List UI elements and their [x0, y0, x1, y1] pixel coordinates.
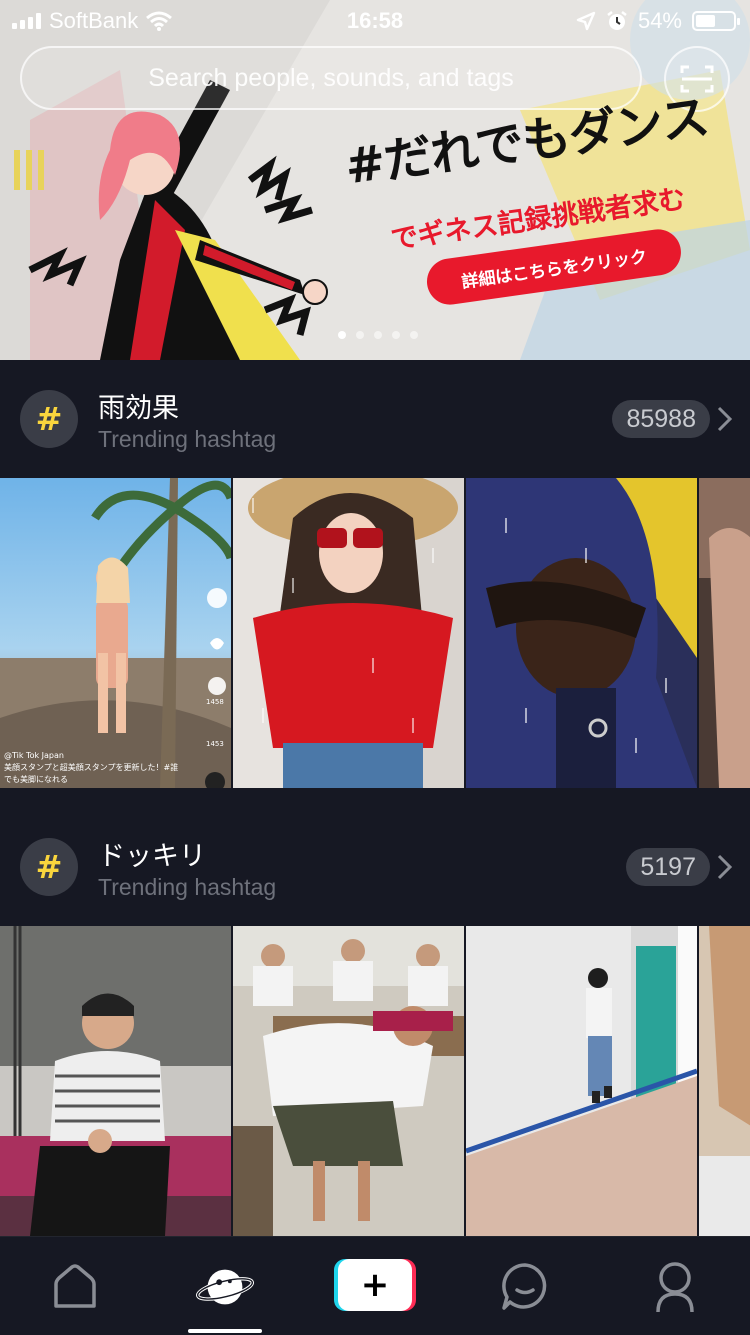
carousel-dot[interactable]	[392, 331, 400, 339]
hallway-image	[466, 926, 697, 1236]
hashtag-header-2[interactable]: # ドッキリ Trending hashtag 5197	[0, 808, 750, 928]
location-icon	[576, 11, 596, 31]
hashtag-icon: #	[20, 390, 78, 448]
video-caption-line: 美顔スタンプと超美顔スタンプを更新した！#誰	[4, 763, 179, 772]
video-thumbnail[interactable]: @Tik Tok Japan 美顔スタンプと超美顔スタンプを更新した！#誰 でも…	[0, 478, 231, 788]
video-caption: @Tik Tok Japan 美顔スタンプと超美顔スタンプを更新した！#誰 でも…	[4, 750, 178, 786]
inbox-icon	[502, 1263, 547, 1310]
add-icon: +	[338, 1259, 412, 1311]
man-hoodie-image	[466, 478, 697, 788]
nav-profile[interactable]	[645, 1257, 705, 1317]
comment-count: 1458	[206, 698, 224, 706]
woman-red-top-image	[233, 478, 464, 788]
status-bar: SoftBank 16:58 54%	[0, 0, 750, 40]
create-video-button[interactable]: +	[334, 1259, 416, 1311]
video-thumbnail[interactable]	[699, 478, 750, 788]
featured-banner[interactable]: SoftBank 16:58 54% Search people, sounds…	[0, 0, 750, 360]
carousel-dots	[338, 331, 418, 339]
classroom-image	[233, 926, 464, 1236]
share-count: 1453	[206, 740, 224, 748]
hashtag-subtitle: Trending hashtag	[98, 874, 277, 900]
nav-inbox[interactable]	[495, 1257, 555, 1317]
video-count-badge: 85988	[612, 400, 710, 438]
video-thumbnail[interactable]	[699, 926, 750, 1236]
hashtag-icon: #	[20, 838, 78, 896]
carousel-dot[interactable]	[410, 331, 418, 339]
carousel-dot[interactable]	[356, 331, 364, 339]
hashtag-header-1[interactable]: # 雨効果 Trending hashtag 85988	[0, 360, 750, 480]
discover-icon	[196, 1269, 254, 1305]
carousel-dot[interactable]	[338, 331, 346, 339]
video-thumbnail[interactable]	[0, 926, 231, 1236]
search-placeholder: Search people, sounds, and tags	[148, 63, 514, 92]
profile-icon	[656, 1262, 694, 1313]
battery-percent: 54%	[637, 8, 682, 33]
video-caption-line: でも美脚になれる	[4, 775, 68, 784]
video-thumbnail[interactable]	[466, 478, 697, 788]
chevron-right-icon[interactable]	[712, 852, 736, 882]
video-thumbnail[interactable]	[233, 926, 464, 1236]
video-author-handle: @Tik Tok Japan	[4, 751, 64, 760]
active-tab-indicator	[188, 1329, 262, 1333]
nav-home[interactable]	[45, 1257, 105, 1317]
home-icon	[54, 1264, 96, 1308]
hashtag-name: 雨効果	[98, 393, 179, 424]
partial-thumbnail-image	[699, 926, 750, 1236]
partial-thumbnail-image	[699, 478, 750, 788]
nav-discover[interactable]	[195, 1257, 255, 1317]
video-thumbnail-row-2	[0, 926, 750, 1236]
carousel-dot[interactable]	[374, 331, 382, 339]
beach-scene-image	[0, 478, 231, 788]
train-seat-image	[0, 926, 231, 1236]
bottom-tab-bar: +	[0, 1236, 750, 1335]
section-divider	[0, 790, 750, 808]
battery-icon	[692, 11, 740, 31]
video-thumbnail[interactable]	[466, 926, 697, 1236]
hashtag-name: ドッキリ	[98, 841, 206, 872]
chevron-right-icon[interactable]	[712, 404, 736, 434]
alarm-icon	[607, 11, 627, 30]
video-thumbnail-row-1: @Tik Tok Japan 美顔スタンプと超美顔スタンプを更新した！#誰 でも…	[0, 478, 750, 788]
video-count-badge: 5197	[626, 848, 710, 886]
video-thumbnail[interactable]	[233, 478, 464, 788]
hashtag-subtitle: Trending hashtag	[98, 426, 277, 452]
